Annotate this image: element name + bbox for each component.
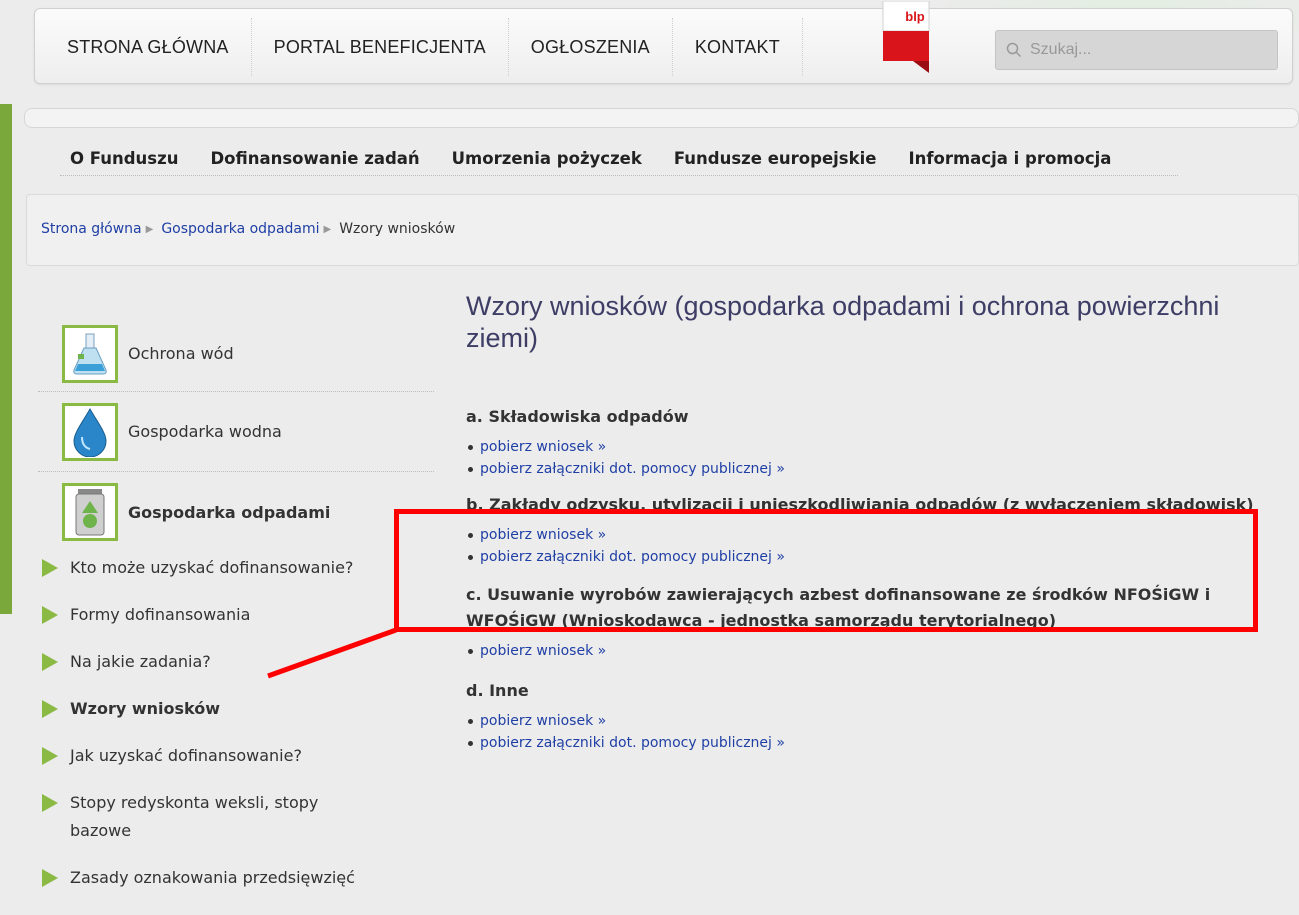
top-nav-beneficiary-portal[interactable]: PORTAL BENEFICJENTA [252, 18, 509, 76]
main-nav: O Funduszu Dofinansowanie zadań Umorzeni… [60, 142, 1178, 176]
section-heading: d. Inne [466, 681, 529, 700]
search-icon [1006, 42, 1022, 58]
section-other: d. Inne pobierz wniosek » pobierz załącz… [466, 678, 1276, 754]
thin-bar [24, 108, 1299, 128]
sub-item-who-can-get-funding[interactable]: Kto może uzyskać dofinansowanie? [40, 554, 434, 582]
sub-item-which-tasks[interactable]: Na jakie zadania? [40, 648, 434, 676]
sidebar-item-label: Ochrona wód [128, 344, 234, 363]
sub-item-label: Stopy redyskonta weksli, stopy bazowe [70, 793, 319, 840]
blp-logo-link[interactable]: blp [881, 0, 933, 73]
blp-label: blp [905, 9, 925, 24]
triangle-bullet-icon [40, 648, 60, 676]
download-attachments-link[interactable]: pobierz załączniki dot. pomocy publiczne… [480, 461, 785, 477]
triangle-bullet-icon [40, 601, 60, 629]
flask-icon [62, 324, 118, 383]
triangle-bullet-icon [40, 789, 60, 817]
sidebar: Ochrona wód Gospodarka wodna Gospodarka … [38, 316, 434, 552]
breadcrumb-arrow-icon: ▶ [323, 223, 332, 235]
sub-item-label: Kto może uzyskać dofinansowanie? [70, 558, 354, 577]
sub-item-label: Wzory wniosków [70, 699, 220, 718]
triangle-bullet-icon [40, 742, 60, 770]
link-list: pobierz wniosek » [466, 640, 1276, 662]
search-input[interactable] [1030, 41, 1270, 59]
sub-item-funding-forms[interactable]: Formy dofinansowania [40, 601, 434, 629]
sidebar-item-water-protection[interactable]: Ochrona wód [38, 316, 434, 392]
breadcrumb: Strona główna ▶ Gospodarka odpadami ▶ Wz… [41, 221, 455, 237]
sub-item-how-to-get-funding[interactable]: Jak uzyskać dofinansowanie? [40, 742, 434, 770]
sidebar-sub-list: Kto może uzyskać dofinansowanie? Formy d… [40, 554, 434, 911]
main-nav-funding-tasks[interactable]: Dofinansowanie zadań [200, 149, 419, 168]
list-item: pobierz wniosek » [466, 436, 1276, 458]
breadcrumb-container: Strona główna ▶ Gospodarka odpadami ▶ Wz… [26, 194, 1299, 266]
sidebar-item-label: Gospodarka odpadami [128, 502, 331, 522]
triangle-bullet-icon [40, 864, 60, 892]
highlight-annotation-box [394, 509, 1258, 632]
section-landfills: a. Składowiska odpadów pobierz wniosek »… [466, 404, 1276, 480]
page-title: Wzory wniosków (gospodarka odpadami i oc… [466, 291, 1220, 353]
sub-item-label: Na jakie zadania? [70, 652, 211, 671]
breadcrumb-home[interactable]: Strona główna [41, 221, 142, 237]
breadcrumb-arrow-icon: ▶ [145, 223, 154, 235]
top-nav-home[interactable]: STRONA GŁÓWNA [35, 18, 252, 76]
download-application-link[interactable]: pobierz wniosek » [480, 643, 606, 659]
main-nav-european-funds[interactable]: Fundusze europejskie [664, 149, 877, 168]
sub-item-labeling-rules[interactable]: Zasady oznakowania przedsięwzięć [40, 864, 434, 892]
triangle-bullet-icon [40, 695, 60, 723]
link-list: pobierz wniosek » pobierz załączniki dot… [466, 436, 1276, 480]
list-item: pobierz załączniki dot. pomocy publiczne… [466, 732, 1276, 754]
sidebar-item-label: Gospodarka wodna [128, 422, 282, 441]
blp-flag-icon: blp [882, 0, 930, 73]
sidebar-item-waste-management[interactable]: Gospodarka odpadami [38, 472, 434, 552]
list-item: pobierz wniosek » [466, 710, 1276, 732]
breadcrumb-waste-management[interactable]: Gospodarka odpadami [161, 221, 319, 237]
download-attachments-link[interactable]: pobierz załączniki dot. pomocy publiczne… [480, 735, 785, 751]
sub-item-application-templates[interactable]: Wzory wniosków [40, 695, 434, 723]
main-nav-loan-remission[interactable]: Umorzenia pożyczek [442, 149, 642, 168]
top-nav-contact[interactable]: KONTAKT [673, 18, 803, 76]
download-application-link[interactable]: pobierz wniosek » [480, 439, 606, 455]
sidebar-item-water-management[interactable]: Gospodarka wodna [38, 392, 434, 472]
triangle-bullet-icon [40, 554, 60, 582]
search-box[interactable] [995, 30, 1278, 70]
sub-item-discount-rates[interactable]: Stopy redyskonta weksli, stopy bazowe [40, 789, 370, 845]
top-nav: STRONA GŁÓWNA PORTAL BENEFICJENTA OGŁOSZ… [35, 9, 803, 85]
green-edge-stripe [0, 104, 12, 614]
link-list: pobierz wniosek » pobierz załączniki dot… [466, 710, 1276, 754]
download-application-link[interactable]: pobierz wniosek » [480, 713, 606, 729]
list-item: pobierz wniosek » [466, 640, 1276, 662]
top-nav-announcements[interactable]: OGŁOSZENIA [509, 18, 673, 76]
sub-item-label: Formy dofinansowania [70, 605, 251, 624]
breadcrumb-current: Wzory wniosków [339, 221, 456, 237]
top-bar: STRONA GŁÓWNA PORTAL BENEFICJENTA OGŁOSZ… [34, 0, 1293, 85]
main-nav-info-promotion[interactable]: Informacja i promocja [898, 149, 1111, 168]
list-item: pobierz załączniki dot. pomocy publiczne… [466, 458, 1276, 480]
waste-bin-icon [62, 483, 118, 541]
sub-item-label: Jak uzyskać dofinansowanie? [70, 746, 302, 765]
sub-item-label: Zasady oznakowania przedsięwzięć [70, 868, 355, 887]
section-heading: a. Składowiska odpadów [466, 407, 689, 426]
water-drop-icon [62, 402, 118, 461]
main-nav-about-fund[interactable]: O Funduszu [60, 149, 178, 168]
